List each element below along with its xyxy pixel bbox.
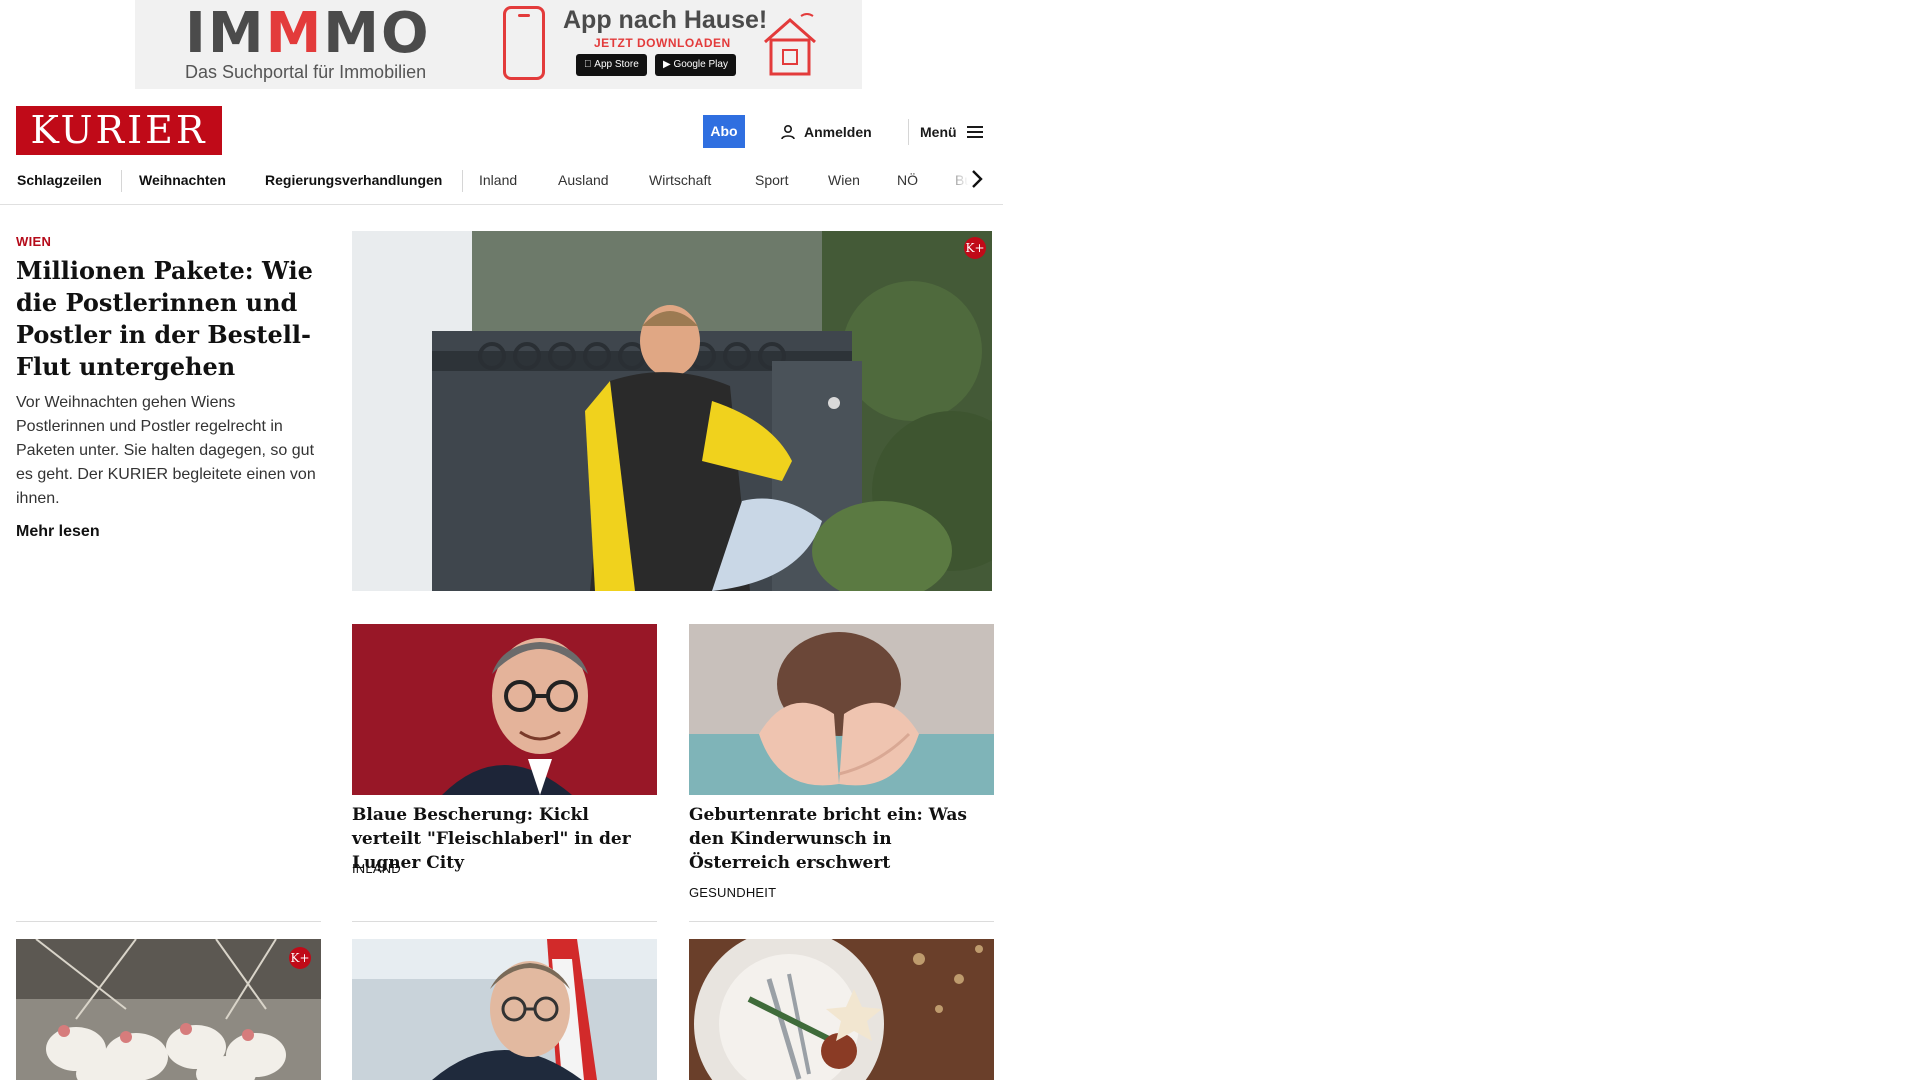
card-image-kickl[interactable] — [352, 624, 657, 795]
nav-item-wien[interactable]: Wien — [828, 160, 860, 200]
ad-banner[interactable]: IMMMO Das Suchportal für Immobilien App … — [135, 0, 862, 89]
card-image-table-setting[interactable] — [689, 939, 994, 1080]
ad-headline: App nach Hause! — [563, 6, 768, 34]
nav-item-weihnachten[interactable]: Weihnachten — [139, 160, 226, 200]
login-button[interactable]: Anmelden — [780, 115, 872, 148]
app-store-badge[interactable]:  App Store — [576, 54, 647, 76]
nav-item-regierungsverhandlungen[interactable]: Regierungsverhandlungen — [265, 160, 442, 200]
menu-label: Menü — [920, 123, 957, 140]
kickl-photo — [352, 624, 657, 795]
header-divider — [908, 119, 909, 145]
turkeys-photo — [16, 939, 321, 1080]
menu-button[interactable]: Menü — [920, 115, 983, 148]
lead-title[interactable]: Millionen Pakete: Wie die Postlerinnen u… — [16, 255, 321, 383]
ad-cta: JETZT DOWNLOADEN — [594, 36, 731, 50]
abo-button[interactable]: Abo — [703, 115, 745, 148]
row-divider — [352, 921, 657, 922]
hamburger-icon — [966, 125, 983, 138]
lead-image[interactable]: K+ — [352, 231, 992, 591]
row-divider — [16, 921, 321, 922]
read-more-link[interactable]: Mehr lesen — [16, 523, 100, 541]
chevron-right-icon[interactable] — [970, 168, 984, 190]
google-play-badge[interactable]: ▶ Google Play — [655, 54, 736, 76]
card-category-gesundheit[interactable]: GESUNDHEIT — [689, 885, 776, 900]
politician-photo — [352, 939, 657, 1080]
section-nav: Schlagzeilen Weihnachten Regierungsverha… — [0, 160, 1003, 205]
card-title-geburtenrate[interactable]: Geburtenrate bricht ein: Was den Kinderw… — [689, 803, 994, 875]
nav-item-ausland[interactable]: Ausland — [558, 160, 609, 200]
lead-teaser: Vor Weihnachten gehen Wiens Postlerinnen… — [16, 394, 316, 507]
kurier-logo[interactable]: KURIER — [16, 106, 222, 155]
baby-photo — [689, 624, 994, 795]
ad-subtitle: Das Suchportal für Immobilien — [185, 62, 427, 82]
ad-brand-logo: IMMMO — [185, 1, 431, 66]
kplus-badge: K+ — [964, 237, 986, 259]
card-image-politician[interactable] — [352, 939, 657, 1080]
user-icon — [781, 124, 795, 139]
card-image-turkeys[interactable]: K+ — [16, 939, 321, 1080]
nav-divider — [121, 170, 122, 192]
nav-item-sport[interactable]: Sport — [755, 160, 788, 200]
login-label: Anmelden — [804, 123, 872, 140]
card-image-baby[interactable] — [689, 624, 994, 795]
nav-item-schlagzeilen[interactable]: Schlagzeilen — [17, 160, 102, 200]
lead-kicker[interactable]: WIEN — [16, 234, 51, 249]
nav-item-wirtschaft[interactable]: Wirtschaft — [649, 160, 711, 200]
row-divider — [689, 921, 994, 922]
nav-item-noe[interactable]: NÖ — [897, 160, 918, 200]
card-category-inland[interactable]: INLAND — [352, 861, 401, 876]
table-setting-photo — [689, 939, 994, 1080]
kplus-badge: K+ — [289, 947, 311, 969]
nav-item-inland[interactable]: Inland — [479, 160, 517, 200]
nav-divider — [462, 170, 463, 192]
lead-photo — [352, 231, 992, 591]
phone-icon — [503, 6, 545, 80]
house-icon — [764, 13, 816, 76]
